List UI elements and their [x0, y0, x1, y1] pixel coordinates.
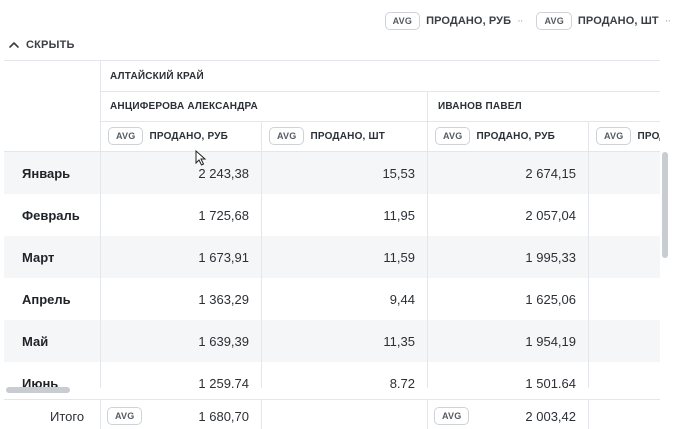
agg-badge[interactable]: AVG	[384, 12, 421, 30]
agg-badge[interactable]: AVG	[435, 127, 471, 145]
divider	[261, 400, 262, 429]
measure-label: ПРОДАНО, ШТ	[637, 130, 660, 142]
column-header-measure[interactable]: AVG ПРОДАНО, РУБ	[435, 121, 555, 151]
table-cell[interactable]: 1 363,29	[101, 278, 249, 320]
drag-handle-icon[interactable]: ··	[517, 15, 523, 27]
measure-label: ПРОДАНО, ШТ	[310, 130, 386, 142]
agg-badge[interactable]: AVG	[108, 127, 144, 145]
divider	[427, 152, 428, 388]
agg-badge[interactable]: AVG	[269, 127, 305, 145]
table-cell[interactable]: 2 674,15	[428, 152, 576, 194]
row-header-month[interactable]: Июнь	[22, 362, 58, 389]
measure-label: ПРОДАНО, РУБ	[426, 15, 512, 27]
row-header-month[interactable]: Февраль	[22, 194, 80, 236]
drag-handle-icon[interactable]: ··	[665, 15, 671, 27]
table-row: Июнь 1 259,74 8,72 1 501,64	[4, 362, 660, 389]
table-cell[interactable]: 15,53	[262, 152, 415, 194]
column-header-person[interactable]: АНЦИФЕРОВА АЛЕКСАНДРА	[110, 91, 258, 121]
column-header-measure[interactable]: AVG ПРОДАНО, ШТ	[269, 121, 385, 151]
table-cell[interactable]: 1 501,64	[428, 362, 576, 389]
column-header-measure[interactable]: AVG ПРОДАНО, РУБ	[108, 121, 228, 151]
row-header-month[interactable]: Апрель	[22, 278, 71, 320]
table-row: Февраль 1 725,68 11,95 2 057,04	[4, 194, 660, 236]
agg-badge[interactable]: AVG	[596, 127, 632, 145]
table-row: Апрель 1 363,29 9,44 1 625,06	[4, 278, 660, 320]
total-value: 1 680,70	[198, 408, 249, 424]
table-cell[interactable]: 1 259,74	[101, 362, 249, 389]
column-header-region[interactable]: АЛТАЙСКИЙ КРАЙ	[110, 61, 204, 91]
table-row: Январь 2 243,38 15,53 2 674,15	[4, 152, 660, 194]
column-header-measure[interactable]: AVG ПРОДАНО, ШТ	[596, 121, 660, 151]
divider	[100, 152, 101, 388]
collapse-label: СКРЫТЬ	[26, 39, 75, 51]
total-value: 2 003,42	[525, 408, 576, 424]
table-cell[interactable]: 2 243,38	[101, 152, 249, 194]
total-cell[interactable]: AVG 1 680,70	[101, 400, 261, 429]
table-cell[interactable]: 2 057,04	[428, 194, 576, 236]
table-cell[interactable]: 1 725,68	[101, 194, 249, 236]
horizontal-scrollbar[interactable]	[6, 387, 70, 393]
row-header-month[interactable]: Март	[22, 236, 54, 278]
table-cell[interactable]: 1 673,91	[101, 236, 249, 278]
table-cell[interactable]: 11,59	[262, 236, 415, 278]
table-cell[interactable]: 1 995,33	[428, 236, 576, 278]
divider	[588, 400, 589, 429]
table-cell[interactable]: 11,35	[262, 320, 415, 362]
table-row: Май 1 639,39 11,35 1 954,19	[4, 320, 660, 362]
agg-badge[interactable]: AVG	[107, 407, 143, 425]
measure-chip[interactable]: AVG ПРОДАНО, ШТ ··	[536, 12, 671, 30]
pivot-table: АЛТАЙСКИЙ КРАЙ АНЦИФЕРОВА АЛЕКСАНДРА ИВА…	[4, 60, 660, 388]
mouse-cursor-icon	[195, 150, 207, 166]
measure-chip[interactable]: AVG ПРОДАНО, РУБ ··	[384, 12, 524, 30]
table-cell[interactable]: 11,95	[262, 194, 415, 236]
total-label: Итого	[50, 408, 85, 424]
totals-row: Итого AVG 1 680,70 AVG 2 003,42	[4, 399, 660, 429]
measure-label: ПРОДАНО, ШТ	[577, 15, 659, 27]
row-header-month[interactable]: Май	[22, 320, 48, 362]
agg-badge[interactable]: AVG	[434, 407, 470, 425]
table-cell[interactable]: 9,44	[262, 278, 415, 320]
total-cell[interactable]: AVG 2 003,42	[428, 400, 588, 429]
chevron-up-icon	[9, 42, 19, 48]
table-row: Март 1 673,91 11,59 1 995,33	[4, 236, 660, 278]
collapse-button[interactable]: СКРЫТЬ	[8, 39, 75, 51]
measures-bar: AVG ПРОДАНО, РУБ ·· AVG ПРОДАНО, ШТ ··	[384, 10, 671, 32]
measure-label: ПРОДАНО, РУБ	[149, 130, 229, 142]
vertical-scrollbar[interactable]	[662, 152, 668, 258]
row-header-month[interactable]: Январь	[22, 152, 70, 194]
table-cell[interactable]: 8,72	[262, 362, 415, 389]
table-cell[interactable]: 1 954,19	[428, 320, 576, 362]
measure-label: ПРОДАНО, РУБ	[476, 130, 556, 142]
divider	[588, 152, 589, 388]
table-cell[interactable]: 1 639,39	[101, 320, 249, 362]
table-cell[interactable]: 1 625,06	[428, 278, 576, 320]
divider	[261, 152, 262, 388]
column-header-person[interactable]: ИВАНОВ ПАВЕЛ	[438, 91, 522, 121]
agg-badge[interactable]: AVG	[536, 12, 572, 30]
